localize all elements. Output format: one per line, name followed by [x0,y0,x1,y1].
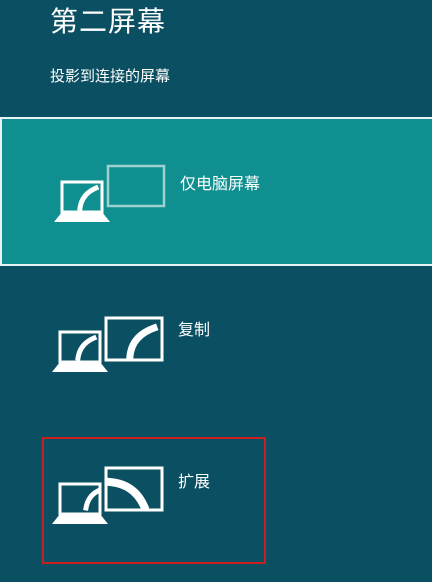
option-duplicate[interactable]: 复制 [0,300,432,400]
option-label: 扩展 [178,472,211,491]
extend-icon [52,466,164,524]
option-pc-screen-only[interactable]: 仅电脑屏幕 [0,117,432,266]
pc-screen-only-icon [54,164,166,222]
panel-subtitle: 投影到连接的屏幕 [50,67,171,85]
duplicate-icon [52,316,164,372]
option-label: 复制 [178,320,211,339]
option-extend[interactable]: 扩展 [0,440,432,550]
option-label: 仅电脑屏幕 [180,174,261,193]
panel-title: 第二屏幕 [50,5,167,38]
